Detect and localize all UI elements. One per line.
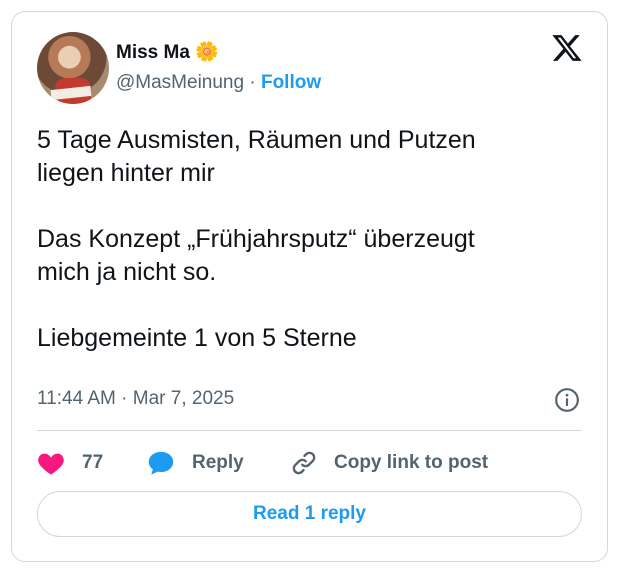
like-button[interactable]: 77 — [37, 448, 103, 478]
author-handle-row: @MasMeinung · Follow — [116, 72, 321, 94]
handle-separator: · — [249, 72, 256, 93]
reply-button[interactable]: Reply — [147, 448, 244, 478]
author-name[interactable]: Miss Ma 🌼 — [116, 40, 219, 64]
author-handle[interactable]: @MasMeinung — [116, 72, 244, 93]
timestamp-separator: · — [121, 388, 128, 409]
divider — [37, 430, 582, 431]
reply-label: Reply — [192, 452, 244, 473]
read-replies-button[interactable]: Read 1 reply — [37, 491, 582, 537]
copy-link-button[interactable]: Copy link to post — [290, 448, 488, 478]
tweet-time: 11:44 AM — [37, 388, 116, 409]
like-count: 77 — [82, 452, 104, 473]
x-logo-icon[interactable] — [551, 32, 583, 64]
avatar[interactable] — [37, 32, 109, 104]
info-icon[interactable] — [554, 387, 580, 413]
link-icon — [292, 451, 316, 475]
tweet-card: Miss Ma 🌼 @MasMeinung · Follow 5 Tage Au… — [11, 11, 608, 562]
tweet-date: Mar 7, 2025 — [132, 388, 235, 409]
tweet-text: 5 Tage Ausmisten, Räumen und Putzen lieg… — [37, 126, 476, 352]
speech-bubble-icon — [148, 451, 174, 475]
follow-button[interactable]: Follow — [261, 72, 321, 93]
heart-icon — [38, 453, 64, 475]
copy-link-label: Copy link to post — [334, 452, 489, 473]
read-replies-label: Read 1 reply — [253, 503, 366, 524]
tweet-timestamp[interactable]: 11:44 AM · Mar 7, 2025 — [37, 388, 234, 410]
